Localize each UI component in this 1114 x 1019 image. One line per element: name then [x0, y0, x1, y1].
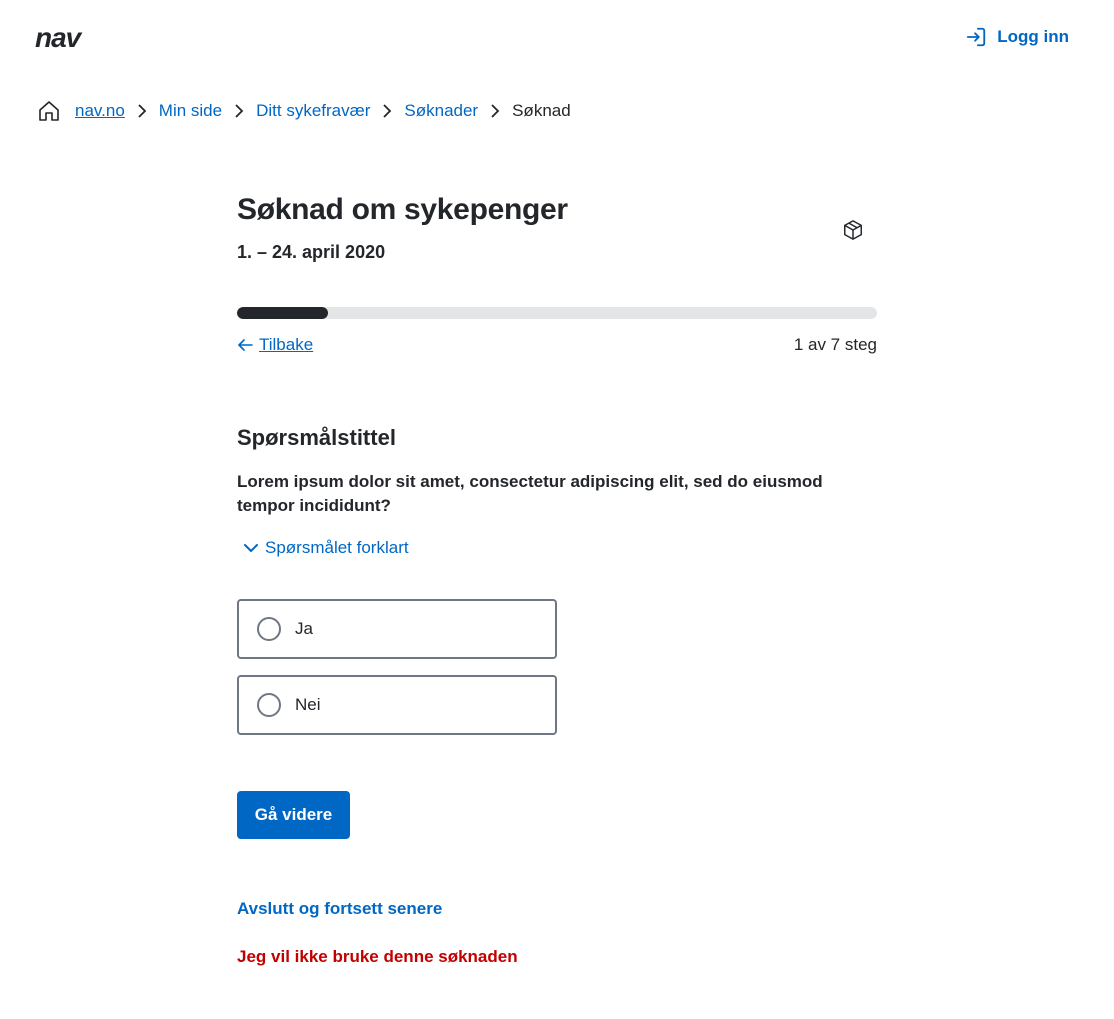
next-button[interactable]: Gå videre [237, 791, 350, 839]
site-header: nav Logg inn [0, 0, 1114, 76]
radio-button[interactable] [257, 693, 281, 717]
home-icon[interactable] [37, 99, 61, 123]
question-text: Lorem ipsum dolor sit amet, consectetur … [237, 472, 823, 515]
chevron-right-icon [490, 104, 500, 118]
question-title: Spørsmålstittel [237, 425, 396, 450]
radio-label: Nei [295, 695, 321, 714]
arrow-left-icon [238, 339, 253, 351]
period-subtitle: 1. – 24. april 2020 [237, 242, 386, 262]
discard-application-link[interactable]: Jeg vil ikke bruke denne søknaden [237, 947, 518, 967]
page-title: Søknad om sykepenger [237, 193, 568, 226]
chevron-right-icon [382, 104, 392, 118]
chevron-right-icon [234, 104, 244, 118]
login-button[interactable]: Logg inn [965, 26, 1069, 48]
breadcrumb: nav.no Min side Ditt sykefravær Søknader… [37, 98, 571, 124]
radio-label: Ja [295, 619, 313, 638]
cube-icon[interactable] [842, 219, 864, 241]
login-icon [967, 27, 986, 47]
radio-option-nei[interactable]: Nei [237, 675, 557, 735]
breadcrumb-link-sykefravaer[interactable]: Ditt sykefravær [256, 101, 370, 121]
back-label: Tilbake [259, 335, 314, 354]
save-and-continue-later-link[interactable]: Avslutt og fortsett senere [237, 899, 442, 919]
back-link[interactable]: Tilbake [237, 335, 313, 355]
step-counter: 1 av 7 steg [793, 335, 877, 354]
form-main: Søknad om sykepenger 1. – 24. april 2020… [237, 190, 877, 966]
breadcrumb-link-soknader[interactable]: Søknader [404, 101, 478, 121]
progress-bar [237, 307, 877, 319]
radio-button[interactable] [257, 617, 281, 641]
radio-option-ja[interactable]: Ja [237, 599, 557, 659]
question-explanation-toggle[interactable]: Spørsmålet forklart [243, 538, 409, 558]
nav-logo[interactable]: nav [35, 22, 81, 54]
breadcrumb-current: Søknad [512, 101, 571, 120]
breadcrumb-link-navno[interactable]: nav.no [75, 101, 125, 121]
explain-label: Spørsmålet forklart [265, 538, 409, 557]
progress-bar-fill [237, 307, 328, 319]
login-label: Logg inn [997, 27, 1069, 46]
chevron-down-icon [244, 544, 258, 552]
breadcrumb-link-min-side[interactable]: Min side [159, 101, 222, 121]
chevron-right-icon [137, 104, 147, 118]
